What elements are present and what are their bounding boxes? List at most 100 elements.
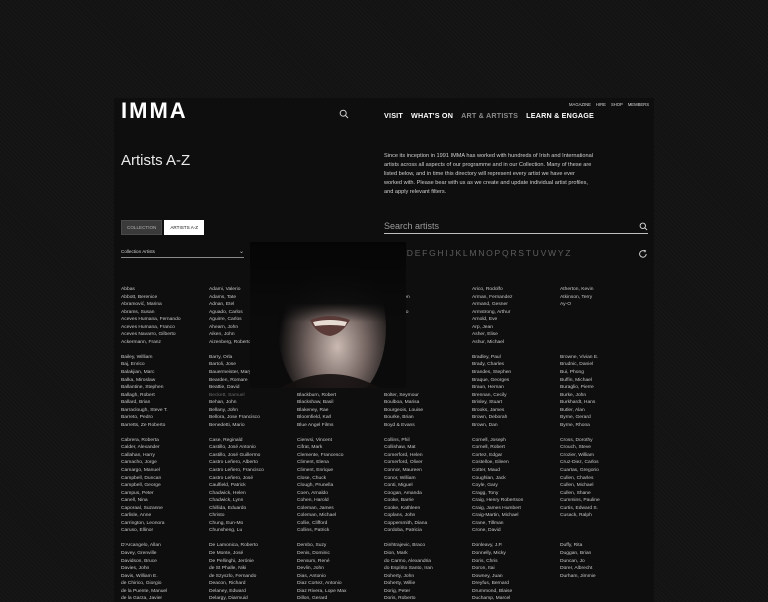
artist-link[interactable]: Arnold, Eve [472, 316, 557, 324]
artist-link[interactable]: do Carmo, Alexandria [384, 558, 469, 566]
artist-link[interactable]: Atkinson, Terry [560, 294, 645, 302]
artist-link[interactable]: Camacho, Jorge [121, 459, 206, 467]
artist-link[interactable]: Baj, Enrico [121, 361, 206, 369]
artist-link[interactable]: Duggan, Brian [560, 550, 645, 558]
artist-link[interactable]: Donnelly, Micky [472, 550, 557, 558]
alphabet-letter[interactable]: G [429, 248, 436, 258]
artist-link[interactable]: Blakeney, Rae [297, 407, 382, 415]
artist-link[interactable]: Deacon, Richard [209, 580, 294, 588]
artist-link[interactable]: Blackshaw, Basil [297, 399, 382, 407]
artist-link[interactable]: Castillo, José Guillermo [209, 452, 294, 460]
artist-link[interactable]: Castro Leñero, Francisco [209, 467, 294, 475]
artist-link[interactable]: Cuartas, Gregorio [560, 467, 645, 475]
artist-link[interactable]: Craig, James Humbert [472, 505, 557, 513]
artist-link[interactable]: Dion, Mark [384, 550, 469, 558]
artist-link[interactable]: Doris, Roberto [384, 595, 469, 602]
artist-link[interactable]: de la Puente, Manuel [121, 588, 206, 596]
artist-link[interactable]: Doherty, John [384, 573, 469, 581]
artist-link[interactable]: Castro Leñero, Alberto [209, 459, 294, 467]
artist-link[interactable]: Cummins, Pauline [560, 497, 645, 505]
artist-link[interactable]: Chung, Eun-Mo [209, 520, 294, 528]
alphabet-letter[interactable]: F [422, 248, 428, 258]
artist-link[interactable]: Duffy, Rita [560, 542, 645, 550]
artist-link[interactable]: Aceves Humana, Fernando [121, 316, 206, 324]
artist-link[interactable]: Cullen, Charles [560, 475, 645, 483]
artist-link[interactable]: Crozier, William [560, 452, 645, 460]
artist-link[interactable]: Conti, Miguel [384, 482, 469, 490]
alphabet-letter[interactable]: Z [565, 248, 571, 258]
artist-link[interactable]: Diaz Rivera, Lope Max [297, 588, 382, 596]
artist-link[interactable]: Cross, Dorothy [560, 437, 645, 445]
artist-link[interactable]: Coen, Arnaldo [297, 490, 382, 498]
artist-link[interactable]: Diaz Cortez, Antonio [297, 580, 382, 588]
artist-link[interactable]: Camargo, Manuel [121, 467, 206, 475]
artist-link[interactable]: Bellora, Jose Francisco [209, 414, 294, 422]
artist-link[interactable]: Ballard, Brian [121, 399, 206, 407]
artist-link[interactable]: Devlin, John [297, 565, 382, 573]
artist-link[interactable]: Coyle, Gary [472, 482, 557, 490]
artist-link[interactable]: Davidson, Bruce [121, 558, 206, 566]
artist-link[interactable]: Duncan, Jo [560, 558, 645, 566]
artist-link[interactable]: Armand, Gesner [472, 301, 557, 309]
artist-link[interactable]: Collins, Patrick [297, 527, 382, 535]
artist-link[interactable]: Davey, Grenville [121, 550, 206, 558]
artist-link[interactable]: Canell, Nina [121, 497, 206, 505]
artist-link[interactable]: Dreyfus, Bernard [472, 580, 557, 588]
artist-link[interactable]: Abbas [121, 286, 206, 294]
artist-link[interactable]: Byrne, Rhona [560, 422, 645, 430]
artist-link[interactable]: Bailey, William [121, 354, 206, 362]
alphabet-letter[interactable]: M [469, 248, 476, 258]
artist-link[interactable]: Cordoba, Patricia [384, 527, 469, 535]
artist-link[interactable]: Behan, John [209, 399, 294, 407]
artist-link[interactable]: Coleman, Michael [297, 512, 382, 520]
artist-link[interactable]: Bloomfield, Karl [297, 414, 382, 422]
artist-link[interactable]: Chunsheng, Lu [209, 527, 294, 535]
artist-link[interactable]: Denis, Dominic [297, 550, 382, 558]
artist-link[interactable]: Ashur, Michael [472, 339, 557, 347]
artist-link[interactable]: Ay-O [560, 301, 645, 309]
artist-link[interactable]: Caporaal, Suzanne [121, 505, 206, 513]
artist-link[interactable]: Abramović, Marina [121, 301, 206, 309]
artist-link[interactable]: Cruz-Diez, Carlos [560, 459, 645, 467]
imma-logo[interactable]: IMMA [121, 98, 188, 124]
artist-link[interactable]: Crane, Tillman [472, 520, 557, 528]
artist-link[interactable]: Barraclough, Steve T. [121, 407, 206, 415]
artist-link[interactable]: Drummond, Blaise [472, 588, 557, 596]
artist-link[interactable]: Cornell, Joseph [472, 437, 557, 445]
artist-link[interactable]: Collishaw, Mat [384, 444, 469, 452]
alphabet-letter[interactable]: K [455, 248, 461, 258]
artist-link[interactable]: Crone, David [472, 527, 557, 535]
artist-link[interactable]: Crouch, Steve [560, 444, 645, 452]
artist-link[interactable]: Ballagh, Robert [121, 392, 206, 400]
artist-link[interactable]: Cotter, Maud [472, 467, 557, 475]
artist-link[interactable]: Doherty, Willie [384, 580, 469, 588]
artist-link[interactable]: Durham, Jimmie [560, 573, 645, 581]
artist-link[interactable]: Cienvsi, Vincent [297, 437, 382, 445]
alphabet-letter[interactable]: H [437, 248, 444, 258]
artist-link[interactable]: Arman, Fernandez [472, 294, 557, 302]
artist-link[interactable]: Case, Reginald [209, 437, 294, 445]
artist-link[interactable]: Cifrat, Mark [297, 444, 382, 452]
artist-link[interactable]: De Monte, José [209, 550, 294, 558]
artist-link[interactable]: Calder, Alexander [121, 444, 206, 452]
artist-link[interactable]: D'Arcangelo, Allan [121, 542, 206, 550]
artist-search-field[interactable]: Search artists [384, 220, 648, 234]
artist-link[interactable]: Chillida, Eduardo [209, 505, 294, 513]
util-members[interactable]: MEMBERS [628, 102, 649, 107]
artist-link[interactable]: Dürer, Albrecht [560, 565, 645, 573]
artist-link[interactable]: Coogan, Amanda [384, 490, 469, 498]
artist-link[interactable]: Abrams, Susan [121, 309, 206, 317]
artist-link[interactable]: de Chirico, Giorgio [121, 580, 206, 588]
alphabet-letter[interactable]: E [415, 248, 421, 258]
artist-link[interactable]: De Pellinghi, Jerónie [209, 558, 294, 566]
artist-link[interactable]: Braque, Georges [472, 377, 557, 385]
alphabet-letter[interactable]: Y [558, 248, 564, 258]
artist-link[interactable]: Donleavy, J.P. [472, 542, 557, 550]
artist-link[interactable]: Clough, Prunella [297, 482, 382, 490]
artist-link[interactable]: Bradley, Paul [472, 354, 557, 362]
artist-link[interactable]: Bolter, Seymour [384, 392, 469, 400]
artist-link[interactable]: Cusack, Ralph [560, 512, 645, 520]
artist-link[interactable]: Duchamp, Marcel [472, 595, 557, 602]
artist-link[interactable]: Arico, Rodolfo [472, 286, 557, 294]
artist-link[interactable]: Chadwick, Lynn [209, 497, 294, 505]
